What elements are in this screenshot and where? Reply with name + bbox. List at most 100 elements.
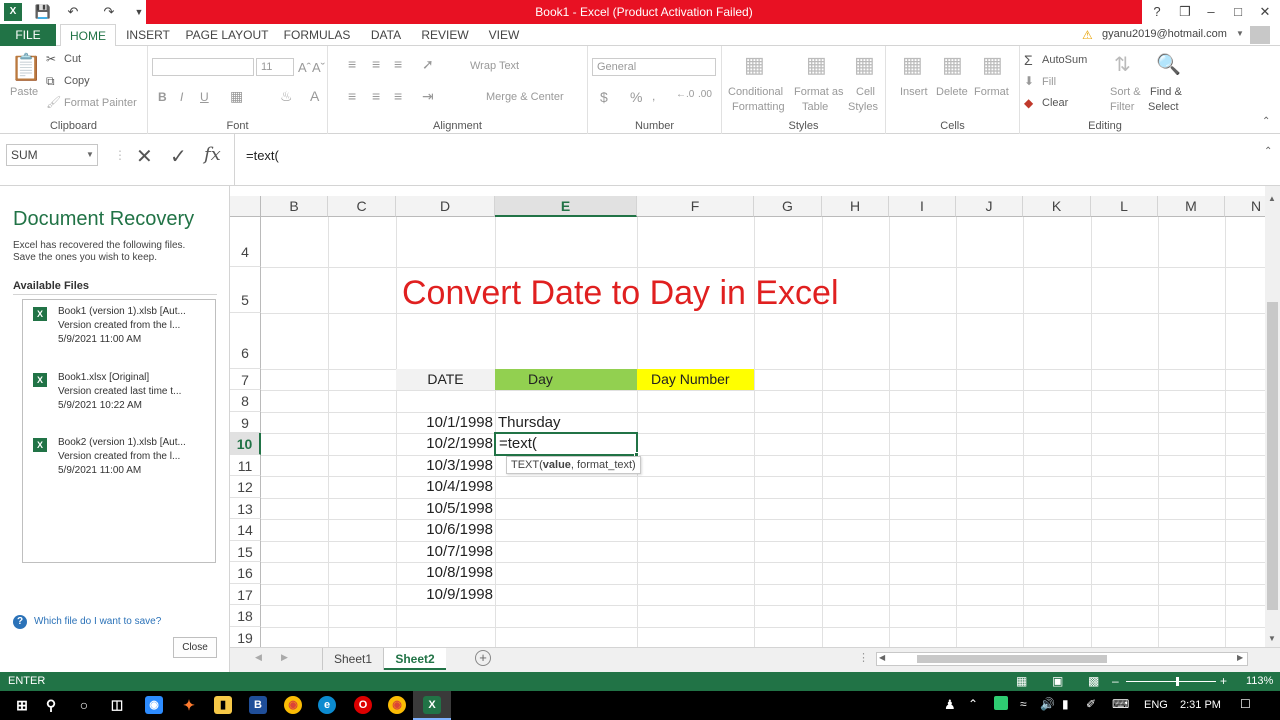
app-b-icon[interactable]: B: [249, 696, 267, 714]
opera-icon[interactable]: O: [354, 696, 372, 714]
conditional-formatting-button[interactable]: Conditional: [728, 86, 783, 98]
fill-color-icon[interactable]: ♨: [280, 88, 293, 105]
zoom-in-icon[interactable]: +: [1220, 672, 1227, 691]
new-sheet-icon[interactable]: +: [475, 650, 491, 666]
scroll-right-icon[interactable]: ▶: [1237, 653, 1243, 662]
zoom-app-icon[interactable]: ◉: [145, 696, 163, 714]
column-header[interactable]: N: [1225, 196, 1265, 217]
row-header[interactable]: 8: [230, 390, 261, 412]
row-header[interactable]: 19: [230, 627, 261, 647]
zoom-slider[interactable]: [1126, 681, 1216, 682]
tab-review[interactable]: REVIEW: [420, 24, 470, 46]
show-hidden-icons[interactable]: ⌃: [968, 697, 978, 711]
column-header[interactable]: D: [396, 196, 495, 217]
scroll-thumb[interactable]: [1267, 302, 1278, 610]
underline-button[interactable]: U: [200, 90, 209, 104]
insert-function-icon[interactable]: fx: [204, 144, 221, 165]
row-header[interactable]: 13: [230, 498, 261, 519]
list-item[interactable]: X Book2 (version 1).xlsb [Aut... Version…: [33, 436, 213, 486]
row-header[interactable]: 9: [230, 412, 261, 433]
number-format-select[interactable]: General: [592, 58, 716, 76]
row-header[interactable]: 12: [230, 476, 261, 498]
save-icon[interactable]: 💾: [34, 3, 52, 21]
tray-app-icon[interactable]: [994, 696, 1008, 710]
expand-formula-bar-icon[interactable]: ⌃: [1264, 146, 1272, 157]
row-header[interactable]: 11: [230, 455, 261, 476]
vertical-scrollbar[interactable]: ▲ ▼: [1265, 186, 1280, 647]
wifi-icon[interactable]: ≈: [1020, 697, 1027, 711]
file-explorer-icon[interactable]: ▮: [214, 696, 232, 714]
header-date[interactable]: DATE: [396, 369, 495, 390]
date-cell[interactable]: 10/9/1998: [396, 584, 493, 605]
windows-start-icon[interactable]: ⊞: [13, 696, 31, 714]
date-cell[interactable]: 10/3/1998: [396, 455, 493, 476]
header-day[interactable]: Day: [495, 369, 637, 390]
percent-button[interactable]: %: [630, 89, 642, 105]
row-header[interactable]: 15: [230, 541, 261, 562]
worksheet-grid[interactable]: B C D E F G H I J K L M N 4 5 6 7 8 9 10…: [230, 186, 1265, 647]
comma-icon[interactable]: ,: [652, 89, 655, 103]
language-indicator[interactable]: ENG: [1144, 699, 1168, 711]
tab-home[interactable]: HOME: [60, 24, 116, 47]
align-left-icon[interactable]: ≡: [348, 88, 356, 104]
wrap-text-button[interactable]: Wrap Text: [470, 60, 519, 72]
redo-icon[interactable]: ↷: [100, 3, 118, 21]
orientation-icon[interactable]: ➚: [422, 56, 434, 73]
tab-split-icon[interactable]: ⋮: [858, 651, 869, 664]
row-header-selected[interactable]: 10: [230, 433, 261, 455]
cortana-icon[interactable]: ○: [75, 696, 93, 714]
insert-cells-button[interactable]: Insert: [900, 86, 928, 98]
date-cell[interactable]: 10/1/1998: [396, 412, 493, 433]
row-header[interactable]: 16: [230, 562, 261, 584]
cancel-entry-icon[interactable]: ✕: [136, 144, 153, 169]
sort-filter-button[interactable]: Sort &: [1110, 86, 1141, 98]
undo-icon[interactable]: ↶: [64, 3, 82, 21]
page-break-view-icon[interactable]: ▩: [1088, 672, 1099, 691]
scroll-left-icon[interactable]: ◀: [879, 653, 885, 662]
fill-button[interactable]: Fill: [1042, 76, 1056, 88]
increase-decimal-icon[interactable]: ←.0: [676, 89, 694, 100]
column-header[interactable]: M: [1158, 196, 1225, 217]
horizontal-scrollbar[interactable]: ◀ ▶: [876, 652, 1248, 666]
keyboard-icon[interactable]: ⌨: [1112, 697, 1129, 711]
grow-font-icon[interactable]: Aˆ: [298, 60, 311, 75]
cut-button[interactable]: Cut: [64, 53, 81, 65]
page-layout-view-icon[interactable]: ▣: [1052, 672, 1063, 691]
list-item[interactable]: X Book1.xlsx [Original] Version created …: [33, 371, 213, 421]
collapse-ribbon-icon[interactable]: ⌃: [1262, 116, 1270, 127]
minimize-button[interactable]: –: [1196, 0, 1226, 24]
font-color-icon[interactable]: A: [310, 88, 319, 104]
currency-button[interactable]: $: [600, 89, 608, 105]
maximize-button[interactable]: □: [1223, 0, 1253, 24]
list-item[interactable]: X Book1 (version 1).xlsb [Aut... Version…: [33, 305, 213, 355]
tab-sheet1[interactable]: Sheet1: [322, 648, 384, 670]
select-all-corner[interactable]: [230, 196, 261, 217]
clear-button[interactable]: Clear: [1042, 97, 1068, 109]
active-cell-editor[interactable]: =text(: [494, 432, 638, 456]
clock-time[interactable]: 2:31 PM: [1180, 699, 1221, 711]
header-day-number[interactable]: Day Number: [637, 369, 754, 390]
format-painter-button[interactable]: Format Painter: [64, 97, 137, 109]
align-top-icon[interactable]: ≡: [348, 56, 356, 72]
edge-icon[interactable]: e: [318, 696, 336, 714]
task-view-icon[interactable]: ◫: [108, 696, 126, 714]
decrease-decimal-icon[interactable]: .00: [698, 89, 712, 100]
tooltip-function-name[interactable]: TEXT(: [511, 459, 543, 471]
bold-button[interactable]: B: [158, 90, 167, 104]
close-button[interactable]: ✕: [1250, 0, 1280, 24]
format-as-table-button[interactable]: Format as: [794, 86, 844, 98]
align-middle-icon[interactable]: ≡: [372, 56, 380, 72]
name-box-dropdown-icon[interactable]: ▼: [86, 150, 94, 159]
column-header[interactable]: C: [328, 196, 396, 217]
indent-icon[interactable]: ⇥: [422, 88, 434, 105]
column-header-selected[interactable]: E: [495, 196, 637, 217]
prev-sheet-icon[interactable]: ◀: [255, 652, 262, 663]
date-cell[interactable]: 10/7/1998: [396, 541, 493, 562]
name-box[interactable]: SUM: [6, 144, 98, 166]
delete-cells-button[interactable]: Delete: [936, 86, 968, 98]
date-cell[interactable]: 10/8/1998: [396, 562, 493, 584]
row-header[interactable]: 14: [230, 519, 261, 541]
scroll-down-icon[interactable]: ▼: [1268, 634, 1276, 643]
chrome-icon[interactable]: ◉: [284, 696, 302, 714]
paste-button[interactable]: Paste: [10, 86, 38, 98]
